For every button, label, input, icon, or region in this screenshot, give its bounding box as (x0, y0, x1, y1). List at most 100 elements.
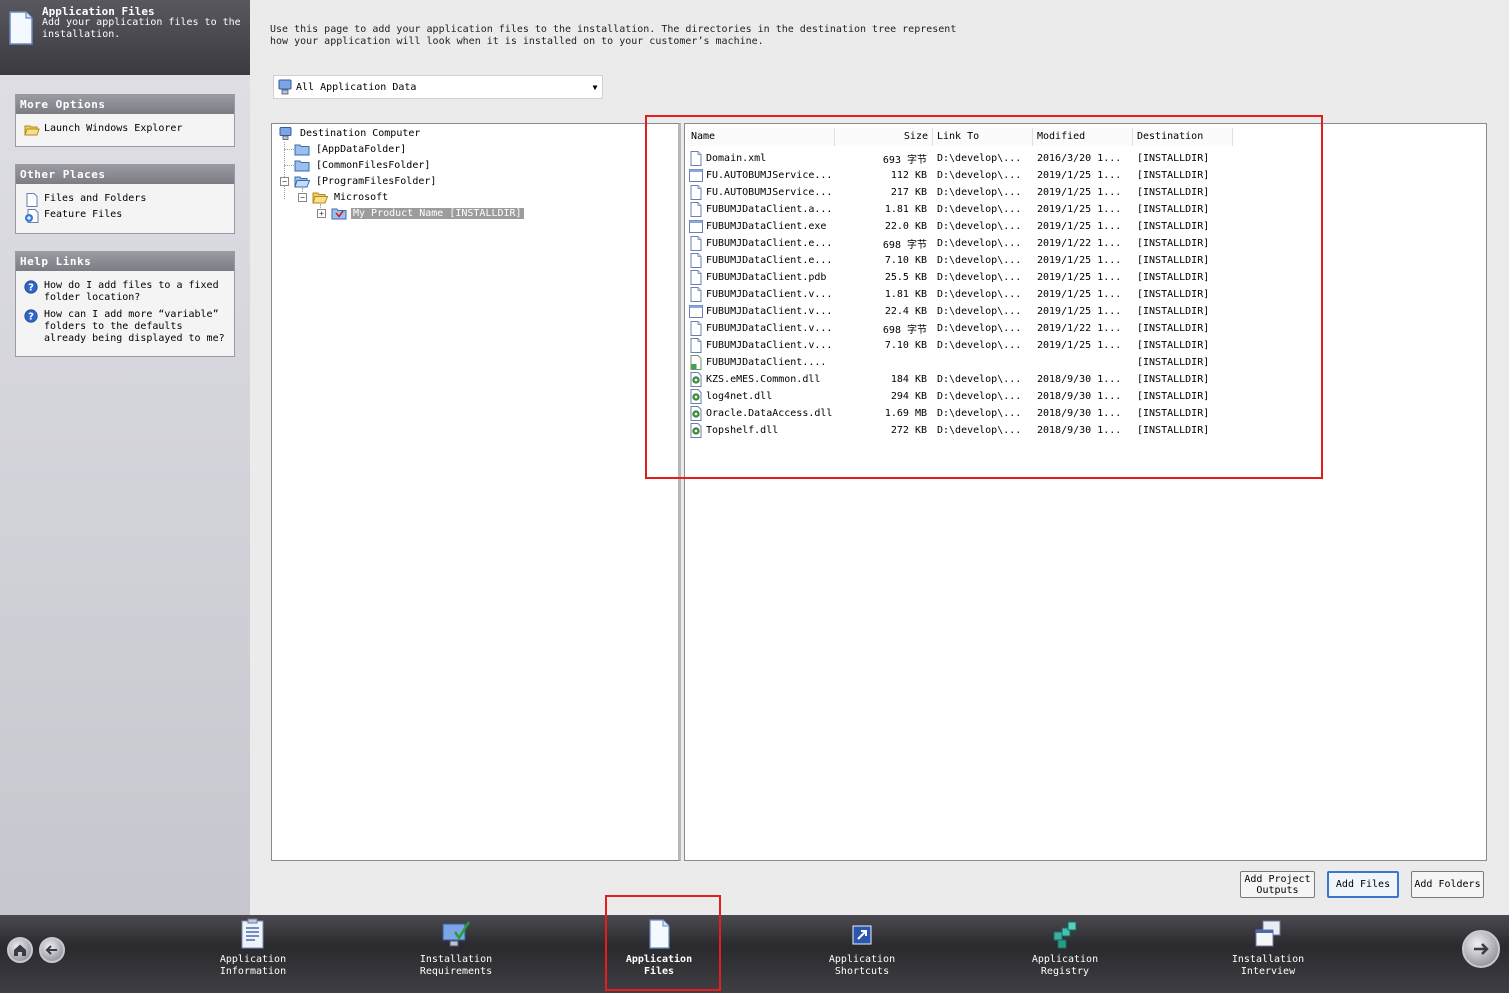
application-shortcuts-icon (852, 925, 872, 945)
file-row[interactable]: FUBUMJDataClient.e... 698 字节 D:\develop\..… (687, 235, 1233, 252)
add-folders-button[interactable]: Add Folders (1411, 871, 1484, 898)
file-name: Oracle.DataAccess.dll (706, 408, 833, 419)
file-row[interactable]: FUBUMJDataClient.pdb 25.5 KB D:\develop\..… (687, 269, 1233, 286)
file-modified: 2016/3/20 1... (1037, 153, 1122, 164)
file-size: 217 KB (890, 187, 927, 198)
home-button[interactable] (7, 937, 33, 963)
file-row[interactable]: FU.AUTOBUMJService... 217 KB D:\develop\..… (687, 184, 1233, 201)
column-header-link-to[interactable]: Link To (933, 128, 1033, 146)
installation-interview-icon (1255, 920, 1281, 947)
column-header-destination[interactable]: Destination (1133, 128, 1233, 146)
file-list: Name Size Link To Modified Destination D… (684, 123, 1487, 861)
file-name: FUBUMJDataClient.a... (706, 204, 833, 215)
view-select-value: All Application Data (296, 81, 417, 93)
arrow-left-icon (45, 945, 57, 955)
file-row[interactable]: FUBUMJDataClient.... [INSTALLDIR] (687, 354, 1233, 371)
column-header-size[interactable]: Size (835, 128, 933, 146)
tree-node-destination-computer[interactable]: Destination Computer (278, 126, 422, 140)
nav-installation-interview[interactable]: Installation Interview (1208, 915, 1328, 993)
nav-application-registry[interactable]: Application Registry (1005, 915, 1125, 993)
svg-text:?: ? (28, 283, 34, 294)
file-name: FU.AUTOBUMJService... (706, 187, 833, 198)
add-project-outputs-button[interactable]: Add Project Outputs (1240, 871, 1315, 898)
file-name-cell: FUBUMJDataClient.e... (687, 253, 835, 268)
column-header-name[interactable]: Name (687, 128, 835, 146)
add-files-button[interactable]: Add Files (1327, 871, 1399, 898)
tree-expand-toggle[interactable]: + (317, 209, 326, 218)
column-header-modified[interactable]: Modified (1033, 128, 1133, 146)
file-destination: [INSTALLDIR] (1137, 187, 1210, 198)
tree-collapse-toggle[interactable]: − (298, 193, 307, 202)
tree-node-programfilesfolder[interactable]: [ProgramFilesFolder] (294, 174, 438, 188)
file-modified: 2018/9/30 1... (1037, 374, 1122, 385)
file-row[interactable]: FU.AUTOBUMJService... 112 KB D:\develop\..… (687, 167, 1233, 184)
file-size: 1.69 MB (884, 408, 927, 419)
back-button[interactable] (39, 937, 65, 963)
nav-application-information[interactable]: Application Information (193, 915, 313, 993)
file-name: KZS.eMES.Common.dll (706, 374, 821, 385)
file-size: 1.81 KB (884, 204, 927, 215)
file-row[interactable]: Oracle.DataAccess.dll 1.69 MB D:\develop\.… (687, 405, 1233, 422)
file-name-cell: FUBUMJDataClient.exe (687, 219, 835, 234)
file-row[interactable]: Domain.xml 693 字节 D:\develop\... 2016/3/20 … (687, 150, 1233, 167)
file-modified: 2019/1/25 1... (1037, 255, 1122, 266)
file-destination: [INSTALLDIR] (1137, 323, 1210, 334)
file-size: 272 KB (890, 425, 927, 436)
folder-open-icon (24, 125, 40, 136)
tree-collapse-toggle[interactable]: − (280, 177, 289, 186)
launch-windows-explorer-link[interactable]: Launch Windows Explorer (16, 114, 234, 137)
file-row[interactable]: KZS.eMES.Common.dll 184 KB D:\develop\... 2… (687, 371, 1233, 388)
tree-node-label: Destination Computer (300, 127, 421, 139)
view-select-dropdown[interactable]: All Application Data ▼ (273, 75, 603, 99)
file-name-cell: Topshelf.dll (687, 423, 835, 438)
feature-files-label: Feature Files (44, 209, 123, 220)
exe-file-icon (689, 305, 703, 318)
file-row[interactable]: FUBUMJDataClient.v... 22.4 KB D:\develop\.… (687, 303, 1233, 320)
file-link-to: D:\develop\... (937, 374, 1022, 385)
file-link-to: D:\develop\... (937, 187, 1022, 198)
file-row[interactable]: Topshelf.dll 272 KB D:\develop\... 2018/9/3… (687, 422, 1233, 439)
files-and-folders-link[interactable]: Files and Folders (16, 184, 234, 207)
tree-node-appdatafolder[interactable]: [AppDataFolder] (294, 142, 408, 156)
file-link-to: D:\develop\... (937, 221, 1022, 232)
file-size: 294 KB (890, 391, 927, 402)
file-link-to: D:\develop\... (937, 255, 1022, 266)
tree-node-label: [ProgramFilesFolder] (316, 175, 437, 187)
shortcut-file-icon (690, 355, 702, 370)
file-row[interactable]: log4net.dll 294 KB D:\develop\... 2018/9/30… (687, 388, 1233, 405)
help-link-variable-folders-label: How can I add more “variable” folders to… (44, 309, 225, 344)
file-link-to: D:\develop\... (937, 289, 1022, 300)
nav-application-files[interactable]: Application Files (599, 915, 719, 993)
next-button[interactable] (1462, 930, 1500, 968)
tree-node-installdir[interactable]: My Product Name [INSTALLDIR] (331, 206, 524, 220)
file-name-cell: FU.AUTOBUMJService... (687, 168, 835, 183)
file-link-to: D:\develop\... (937, 323, 1022, 334)
help-link-fixed-folder-label: How do I add files to a fixed folder loc… (44, 280, 219, 303)
file-destination: [INSTALLDIR] (1137, 272, 1210, 283)
file-row[interactable]: FUBUMJDataClient.v... 1.81 KB D:\develop\.… (687, 286, 1233, 303)
nav-installation-requirements[interactable]: Installation Requirements (396, 915, 516, 993)
chevron-down-icon[interactable]: ▼ (588, 83, 602, 92)
file-modified: 2019/1/25 1... (1037, 289, 1122, 300)
file-row[interactable]: FUBUMJDataClient.a... 1.81 KB D:\develop\.… (687, 201, 1233, 218)
file-row[interactable]: FUBUMJDataClient.v... 7.10 KB D:\develop\.… (687, 337, 1233, 354)
help-link-variable-folders[interactable]: ? How can I add more “variable” folders … (16, 304, 234, 345)
tree-node-microsoft[interactable]: Microsoft (312, 190, 390, 204)
file-name: FUBUMJDataClient.v... (706, 323, 833, 334)
file-name-cell: FUBUMJDataClient.v... (687, 338, 835, 353)
file-modified: 2018/9/30 1... (1037, 408, 1122, 419)
feature-files-link[interactable]: Feature Files (16, 207, 234, 223)
file-size: 1.81 KB (884, 289, 927, 300)
nav-application-shortcuts[interactable]: Application Shortcuts (802, 915, 922, 993)
file-size: 22.0 KB (884, 221, 927, 232)
file-modified: 2019/1/25 1... (1037, 221, 1122, 232)
application-information-icon (241, 918, 264, 949)
help-link-fixed-folder[interactable]: ? How do I add files to a fixed folder l… (16, 271, 234, 304)
file-row[interactable]: FUBUMJDataClient.e... 7.10 KB D:\develop\.… (687, 252, 1233, 269)
tree-node-commonfilesfolder[interactable]: [CommonFilesFolder] (294, 158, 432, 172)
folder-icon (294, 144, 310, 155)
intro-text: Use this page to add your application fi… (270, 24, 957, 47)
file-row[interactable]: FUBUMJDataClient.v... 698 字节 D:\develop\..… (687, 320, 1233, 337)
application-files-icon (9, 11, 33, 45)
file-row[interactable]: FUBUMJDataClient.exe 22.0 KB D:\develop\..… (687, 218, 1233, 235)
